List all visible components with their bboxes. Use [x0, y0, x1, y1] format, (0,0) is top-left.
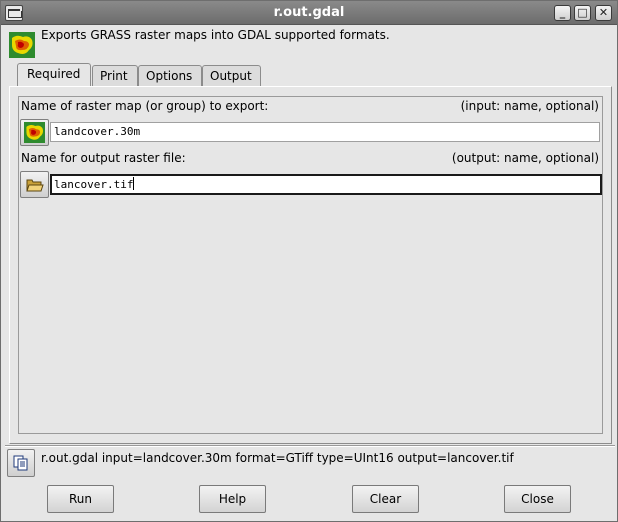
required-options-area: [18, 96, 603, 434]
tab-output[interactable]: Output: [202, 65, 261, 87]
copy-icon: [13, 455, 28, 471]
input-field-label: Name of raster map (or group) to export:: [21, 99, 269, 113]
command-separator: [5, 445, 615, 447]
folder-open-icon: [26, 179, 44, 192]
maximize-button[interactable]: □: [574, 5, 591, 21]
module-description: Exports GRASS raster maps into GDAL supp…: [41, 28, 390, 42]
text-caret: [133, 177, 135, 190]
dialog-window: r.out.gdal _ □ ✕ Exports GRASS raster ma…: [0, 0, 618, 522]
raster-map-icon: [9, 32, 35, 58]
help-button[interactable]: Help: [199, 485, 266, 513]
title-bar[interactable]: r.out.gdal _ □ ✕: [1, 1, 617, 25]
output-file-value: lancover.tif: [54, 178, 134, 191]
input-field-hint: (input: name, optional): [460, 99, 599, 113]
run-button[interactable]: Run: [47, 485, 114, 513]
input-raster-field[interactable]: landcover.30m: [50, 122, 600, 142]
select-raster-button[interactable]: [20, 119, 49, 146]
browse-file-button[interactable]: [20, 171, 49, 198]
output-field-hint: (output: name, optional): [451, 151, 599, 165]
clear-button[interactable]: Clear: [352, 485, 419, 513]
output-field-label: Name for output raster file:: [21, 151, 186, 165]
tab-options[interactable]: Options: [138, 65, 202, 87]
close-button[interactable]: Close: [504, 485, 571, 513]
window-title: r.out.gdal: [273, 5, 345, 20]
raster-map-icon: [24, 122, 45, 143]
output-file-field[interactable]: lancover.tif: [50, 174, 602, 195]
command-preview: r.out.gdal input=landcover.30m format=GT…: [41, 451, 514, 465]
tab-print[interactable]: Print: [92, 65, 138, 87]
copy-command-button[interactable]: [7, 449, 35, 477]
tab-required[interactable]: Required: [17, 63, 91, 87]
close-window-button[interactable]: ✕: [595, 5, 612, 21]
minimize-button[interactable]: _: [554, 5, 571, 21]
